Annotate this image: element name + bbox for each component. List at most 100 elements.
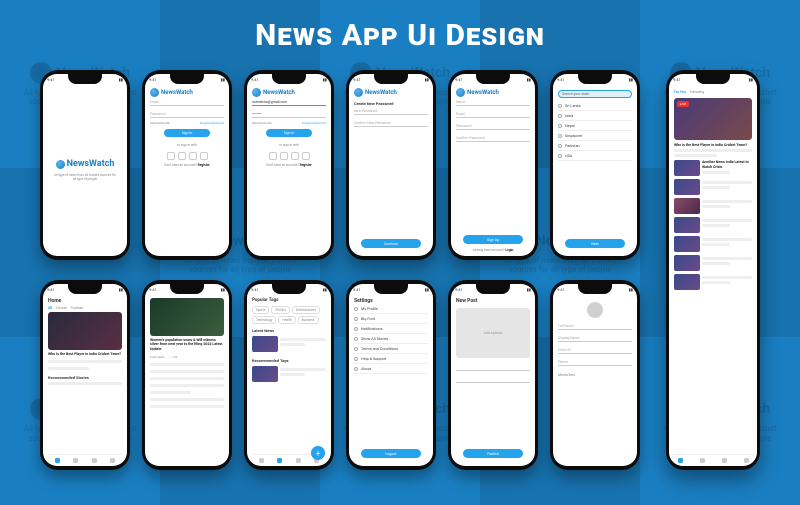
comments-label[interactable]: Comments — [150, 355, 165, 359]
tab-cricket[interactable]: Cricket — [56, 306, 67, 310]
tab-football[interactable]: Football — [71, 306, 83, 310]
nav-home-icon[interactable] — [678, 458, 683, 463]
fab-add-button[interactable]: + — [311, 446, 325, 460]
nav-bookmark-icon[interactable] — [296, 458, 301, 463]
email-field[interactable]: Email — [456, 112, 530, 118]
password-field[interactable]: •••••••• — [252, 112, 326, 118]
settings-item[interactable]: Help & Support — [354, 354, 428, 364]
password-field[interactable]: Password — [150, 112, 224, 118]
new-password-field[interactable]: New Password — [354, 109, 428, 115]
tag-chip[interactable]: Business — [298, 316, 319, 324]
feed-card[interactable] — [674, 274, 752, 290]
password-field[interactable]: Password — [456, 124, 530, 130]
tab-foryou[interactable]: For You — [674, 90, 686, 94]
image-upload[interactable]: Add a photo — [456, 308, 530, 358]
nav-search-icon[interactable] — [700, 458, 705, 463]
nav-bookmark-icon[interactable] — [722, 458, 727, 463]
settings-item[interactable]: About — [354, 364, 428, 374]
email-field[interactable]: userdemo@gmail.com — [252, 100, 326, 106]
forgot-password-link[interactable]: Forgot Password? — [200, 121, 224, 125]
settings-item[interactable]: My Profile — [354, 304, 428, 314]
continue-button[interactable]: Continue — [361, 239, 421, 248]
country-item[interactable]: Singapore — [558, 131, 632, 141]
settings-item[interactable]: Terms and Conditions — [354, 344, 428, 354]
tab-all[interactable]: All — [48, 306, 52, 310]
nav-profile-icon[interactable] — [744, 458, 749, 463]
nav-home-icon[interactable] — [55, 458, 60, 463]
feed-card[interactable] — [674, 179, 752, 195]
facebook-icon[interactable] — [269, 152, 277, 160]
settings-item[interactable]: Notifications — [354, 324, 428, 334]
live-badge: LIVE — [677, 101, 689, 107]
country-item[interactable]: Sri Lanka — [558, 101, 632, 111]
search-input[interactable]: Search your state — [558, 90, 632, 98]
facebook-icon[interactable] — [167, 152, 175, 160]
avatar[interactable] — [587, 302, 603, 318]
twitter-icon[interactable] — [302, 152, 310, 160]
feed-card[interactable]: Another News India Latest to Watch Crisi… — [674, 160, 752, 176]
register-link[interactable]: Register — [198, 163, 210, 167]
likes-count[interactable]: 125 — [172, 355, 177, 359]
displayname-field[interactable]: Display Name — [558, 336, 632, 342]
feed-card[interactable] — [674, 236, 752, 252]
nav-home-icon[interactable] — [259, 458, 264, 463]
tag-chip[interactable]: Entertainment — [292, 306, 320, 314]
feed-headline[interactable]: Who Is the Best Player in India Cricket … — [674, 143, 752, 147]
post-title-field[interactable] — [456, 365, 530, 371]
next-button[interactable]: Next — [565, 239, 625, 248]
status-icons: ▮▮ — [119, 77, 123, 84]
phone-field[interactable]: Phone — [558, 360, 632, 366]
login-link[interactable]: Login — [505, 248, 513, 252]
twitter-icon[interactable] — [200, 152, 208, 160]
email-field[interactable]: Email ID — [558, 348, 632, 354]
signin-button[interactable]: Sign In — [266, 129, 312, 137]
hero-headline[interactable]: Who Is the Best Player in India Cricket … — [48, 352, 122, 356]
screen-feed-tall: 9:41▮▮ For You Following LIVE Who Is the… — [666, 70, 760, 470]
signup-button[interactable]: Sign Up — [463, 235, 523, 244]
help-icon — [354, 357, 358, 361]
nav-profile-icon[interactable] — [110, 458, 115, 463]
publish-button[interactable]: Publish — [463, 449, 523, 458]
page-title: News App Ui Design — [0, 18, 800, 53]
tag-chip[interactable]: Sports — [252, 306, 269, 314]
remember-me-checkbox[interactable]: Remember Me — [150, 121, 170, 125]
confirm-password-field[interactable]: Confirm New Password — [354, 121, 428, 127]
tag-chip[interactable]: Technology — [252, 316, 276, 324]
screen-signup: 9:41▮▮ NewsWatch Name Email Password Con… — [448, 70, 538, 260]
settings-item[interactable]: Big Font — [354, 314, 428, 324]
settings-item[interactable]: Show All Stories — [354, 334, 428, 344]
country-item[interactable]: USA — [558, 151, 632, 161]
feed-card[interactable] — [674, 198, 752, 214]
nav-bookmark-icon[interactable] — [92, 458, 97, 463]
logout-button[interactable]: Logout — [361, 449, 421, 458]
email-field[interactable]: Email — [150, 100, 224, 106]
country-item[interactable]: Nepal — [558, 121, 632, 131]
confirm-password-field[interactable]: Confirm Password — [456, 136, 530, 142]
news-card[interactable] — [252, 366, 326, 382]
nav-search-icon[interactable] — [73, 458, 78, 463]
tab-following[interactable]: Following — [690, 90, 705, 94]
media-files-label: Media files — [558, 373, 632, 377]
country-item[interactable]: Pakistan — [558, 141, 632, 151]
apple-icon[interactable] — [189, 152, 197, 160]
feed-card[interactable] — [674, 217, 752, 233]
tag-chip[interactable]: Health — [278, 316, 295, 324]
tag-chip[interactable]: Politics — [271, 306, 290, 314]
name-field[interactable]: Name — [456, 100, 530, 106]
google-icon[interactable] — [178, 152, 186, 160]
post-body-field[interactable] — [456, 377, 530, 383]
apple-icon[interactable] — [291, 152, 299, 160]
tags-title: Popular Tags — [252, 298, 326, 303]
feed-card[interactable] — [674, 255, 752, 271]
country-item[interactable]: India — [558, 111, 632, 121]
article-image — [150, 298, 224, 336]
status-time: 9:41 — [47, 77, 55, 84]
hero-image[interactable] — [48, 312, 122, 350]
nav-search-icon[interactable] — [277, 458, 282, 463]
google-icon[interactable] — [280, 152, 288, 160]
newpost-title: New Post — [456, 298, 530, 304]
live-hero[interactable]: LIVE — [674, 98, 752, 140]
signin-button[interactable]: Sign In — [164, 129, 210, 137]
news-card[interactable] — [252, 336, 326, 352]
fullname-field[interactable]: Full Name — [558, 324, 632, 330]
